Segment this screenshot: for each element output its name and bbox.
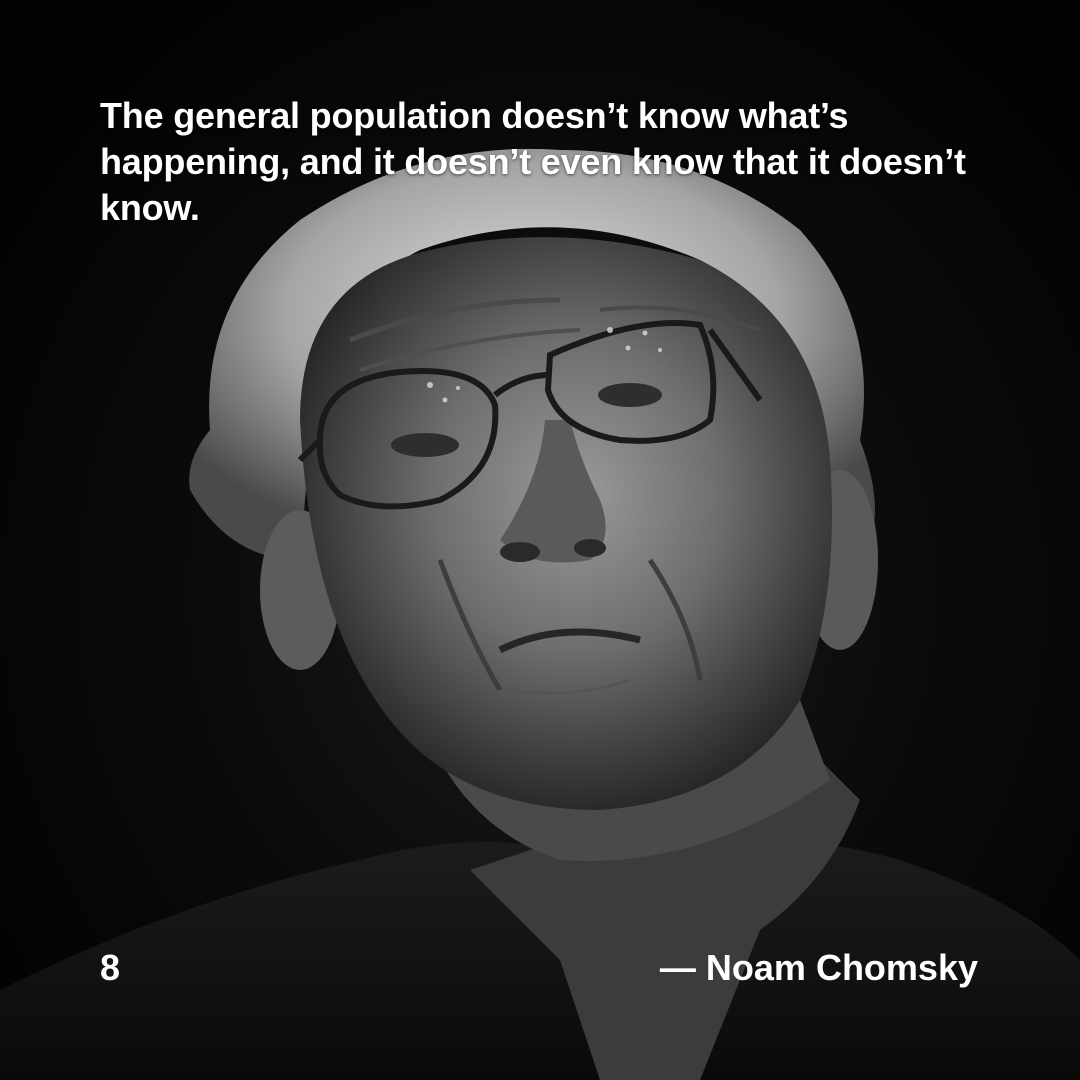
quote-card: The general population doesn’t know what… [0, 0, 1080, 1080]
quote-attribution: — Noam Chomsky [659, 947, 978, 988]
quote-text: The general population doesn’t know what… [100, 95, 966, 228]
page-number: 8 [100, 947, 121, 988]
